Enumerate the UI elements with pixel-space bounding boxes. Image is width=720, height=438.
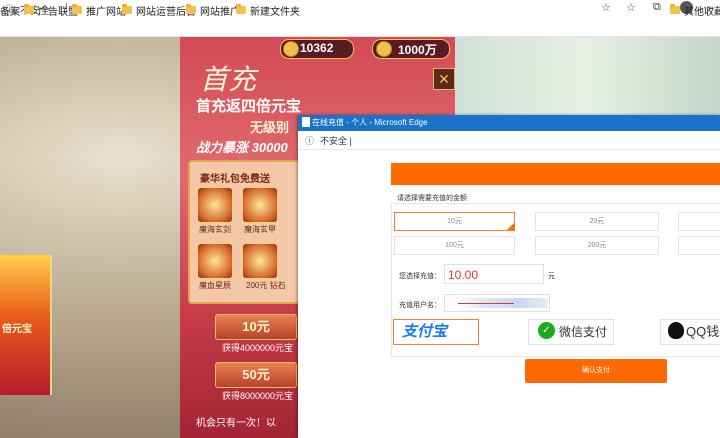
amount-option[interactable]: 200元: [535, 236, 659, 255]
side-promo-text: 倍元宝: [2, 324, 32, 335]
bookmark-item[interactable]: 新建文件夹: [236, 3, 300, 18]
folder-icon: [24, 4, 34, 14]
amount-label: 您选择充值：: [399, 273, 441, 280]
gold-icon: [376, 41, 392, 57]
alipay-logo: 支付宝: [402, 322, 448, 340]
bookmark-item[interactable]: 网站运营后台: [122, 3, 196, 18]
armor-icon[interactable]: [242, 187, 278, 223]
favorite-star-icon[interactable]: ☆: [601, 1, 611, 14]
amount-option[interactable]: [678, 236, 720, 255]
wechat-label: 微信支付: [559, 325, 608, 339]
bookmarks-bar: [0, 16, 720, 37]
sword-icon[interactable]: [197, 187, 233, 223]
username-underline: [458, 303, 514, 304]
bookmark-item[interactable]: 推广网站: [72, 3, 126, 18]
item-label: 魔海玄甲: [244, 225, 276, 234]
amount-option[interactable]: [678, 212, 720, 231]
collections-icon[interactable]: ⧉: [653, 1, 661, 14]
amount-option[interactable]: 100元: [394, 236, 515, 255]
security-text: 不安全: [320, 136, 348, 146]
amount-option[interactable]: 10元: [394, 212, 515, 231]
panel-title: 首充: [200, 63, 257, 96]
close-icon[interactable]: ✕: [433, 68, 455, 90]
bookmark-item[interactable]: 广告联盟: [24, 3, 78, 18]
popup-title: 在线充值 - 个人 - Microsoft Edge: [312, 118, 428, 127]
bookmark-label: 其他收藏夹: [684, 6, 720, 18]
other-bookmarks[interactable]: 其他收藏夹: [670, 3, 720, 18]
coin-icon: [283, 41, 299, 57]
coin-value: 10362: [300, 41, 334, 55]
amount-unit: 元: [548, 273, 555, 280]
game-scenery: [455, 37, 720, 117]
bottom-note: 机会只有一次！以: [196, 418, 276, 429]
wechat-icon: ✓: [538, 322, 555, 339]
page-icon: [302, 117, 310, 127]
popup-address-bar: [298, 131, 720, 150]
qq-label: QQ钱: [686, 324, 720, 339]
info-icon[interactable]: ⓘ: [305, 134, 314, 147]
gold-value: 1000万: [398, 43, 437, 57]
bookmark-item[interactable]: 网站推广: [186, 3, 240, 18]
folder-icon: [236, 4, 246, 14]
amount-option[interactable]: 20元: [535, 212, 659, 231]
amount-input[interactable]: 10.00: [444, 264, 544, 284]
popup-security-label: 不安全 |: [320, 136, 352, 146]
subheadline: 无级别: [250, 120, 290, 135]
bookmark-label: 备案: [0, 6, 20, 18]
bookmark-label: 推广网站: [86, 6, 126, 18]
bookmark-label: 网站推广: [200, 6, 240, 18]
bookmark-label: 新建文件夹: [250, 6, 300, 18]
item-label: 魔海玄剑: [199, 225, 231, 234]
headline: 首充返四倍元宝: [196, 98, 302, 115]
amount-prompt: 请选择需要充值的金额: [397, 195, 467, 202]
option-50-button[interactable]: 50元: [215, 362, 297, 388]
option-reward: 获得4000000元宝: [222, 343, 294, 353]
favorites-icon[interactable]: ☆: [626, 1, 636, 14]
item-label: 魔血星辰: [199, 281, 231, 290]
folder-icon: [670, 4, 680, 14]
username-label: 充值用户名：: [399, 302, 441, 309]
header-strip: [391, 163, 720, 185]
power-text: 战力暴涨 30000: [196, 140, 288, 155]
option-10-button[interactable]: 10元: [215, 314, 297, 340]
confirm-pay-button[interactable]: 确认支付: [525, 359, 667, 383]
option-reward: 获得8000000元宝: [222, 391, 294, 401]
folder-icon: [72, 4, 82, 14]
gift-header: 豪华礼包免费送: [200, 174, 270, 185]
folder-icon: [186, 4, 196, 14]
qq-icon: [668, 322, 684, 339]
folder-icon: [122, 4, 132, 14]
bookmark-item[interactable]: 备案: [0, 3, 20, 18]
diamond-icon[interactable]: [242, 243, 278, 279]
item-label: 200元 钻石: [246, 281, 286, 290]
star-orb-icon[interactable]: [197, 243, 233, 279]
